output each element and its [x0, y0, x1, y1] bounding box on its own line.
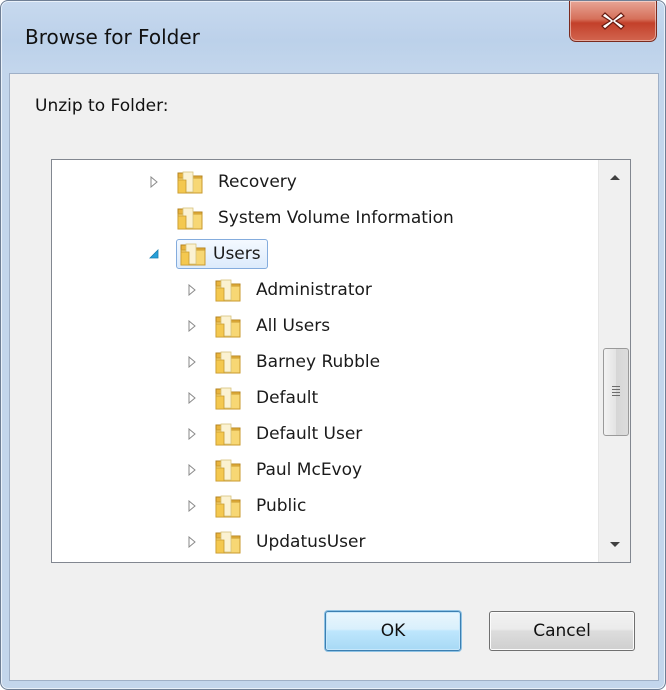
tree-item-label: System Volume Information: [218, 208, 454, 228]
expand-arrow-icon[interactable]: [148, 176, 160, 188]
folder-icon: [215, 315, 241, 338]
tree-item-public[interactable]: Public: [186, 488, 310, 524]
expand-arrow-icon[interactable]: [186, 284, 198, 296]
arrow-up-icon: [610, 175, 620, 180]
vertical-scrollbar[interactable]: [598, 160, 630, 562]
tree-item-label: Public: [256, 496, 307, 516]
browse-folder-dialog: Browse for Folder Unzip to Folder: Recov…: [0, 0, 666, 690]
tree-item-label: UpdatusUser: [256, 532, 366, 552]
selection-highlight: Users: [176, 239, 268, 269]
close-x-icon: [601, 12, 625, 30]
tree-item-users[interactable]: Users: [148, 236, 268, 272]
tree-item-label: Default: [256, 388, 319, 408]
folder-icon: [177, 171, 203, 194]
folder-icon: [180, 243, 206, 266]
folder-icon: [215, 459, 241, 482]
folder-icon: [215, 495, 241, 518]
tree-item-label: All Users: [256, 316, 331, 336]
scroll-up-button[interactable]: [599, 160, 630, 194]
tree-item-administrator[interactable]: Administrator: [186, 272, 376, 308]
folder-icon: [215, 279, 241, 302]
expand-arrow-icon[interactable]: [186, 428, 198, 440]
folder-icon: [215, 531, 241, 554]
tree-item-updatususer[interactable]: UpdatusUser: [186, 524, 370, 560]
tree-item-label: Recovery: [218, 172, 297, 192]
expand-arrow-icon[interactable]: [186, 500, 198, 512]
folder-icon: [215, 387, 241, 410]
expand-arrow-icon[interactable]: [186, 536, 198, 548]
tree-item-all-users[interactable]: All Users: [186, 308, 334, 344]
scroll-thumb[interactable]: [603, 348, 629, 436]
tree-item-default[interactable]: Default: [186, 380, 322, 416]
expand-arrow-icon[interactable]: [186, 320, 198, 332]
expand-arrow-icon[interactable]: [186, 392, 198, 404]
tree-item-recovery[interactable]: Recovery: [148, 164, 301, 200]
tree-item-label: Paul McEvoy: [256, 460, 363, 480]
title-bar[interactable]: Browse for Folder: [1, 1, 665, 73]
arrow-down-icon: [610, 542, 620, 547]
folder-tree-rows: Recovery System Volume Information Users Ad…: [52, 160, 598, 562]
cancel-button[interactable]: Cancel: [489, 611, 635, 651]
window-title: Browse for Folder: [25, 25, 200, 49]
folder-icon: [177, 207, 203, 230]
ok-button[interactable]: OK: [325, 611, 461, 651]
folder-tree[interactable]: Recovery System Volume Information Users Ad…: [51, 159, 631, 563]
expand-arrow-icon[interactable]: [186, 356, 198, 368]
collapse-arrow-icon[interactable]: [148, 248, 160, 260]
tree-item-label: Barney Rubble: [256, 352, 381, 372]
scroll-down-button[interactable]: [599, 528, 630, 562]
tree-item-barney-rubble[interactable]: Barney Rubble: [186, 344, 384, 380]
folder-icon: [215, 423, 241, 446]
tree-item-label: Default User: [256, 424, 363, 444]
tree-item-default-user[interactable]: Default User: [186, 416, 366, 452]
grip-icon: [612, 386, 620, 396]
close-button[interactable]: [569, 1, 657, 42]
folder-icon: [215, 351, 241, 374]
tree-item-label: Administrator: [256, 280, 372, 300]
tree-item-paul-mcevoy[interactable]: Paul McEvoy: [186, 452, 366, 488]
tree-item-label: Users: [213, 244, 261, 264]
tree-item-system-volume-information[interactable]: System Volume Information: [148, 200, 458, 236]
expander-placeholder: [148, 212, 160, 224]
prompt-label: Unzip to Folder:: [35, 96, 169, 116]
expand-arrow-icon[interactable]: [186, 464, 198, 476]
